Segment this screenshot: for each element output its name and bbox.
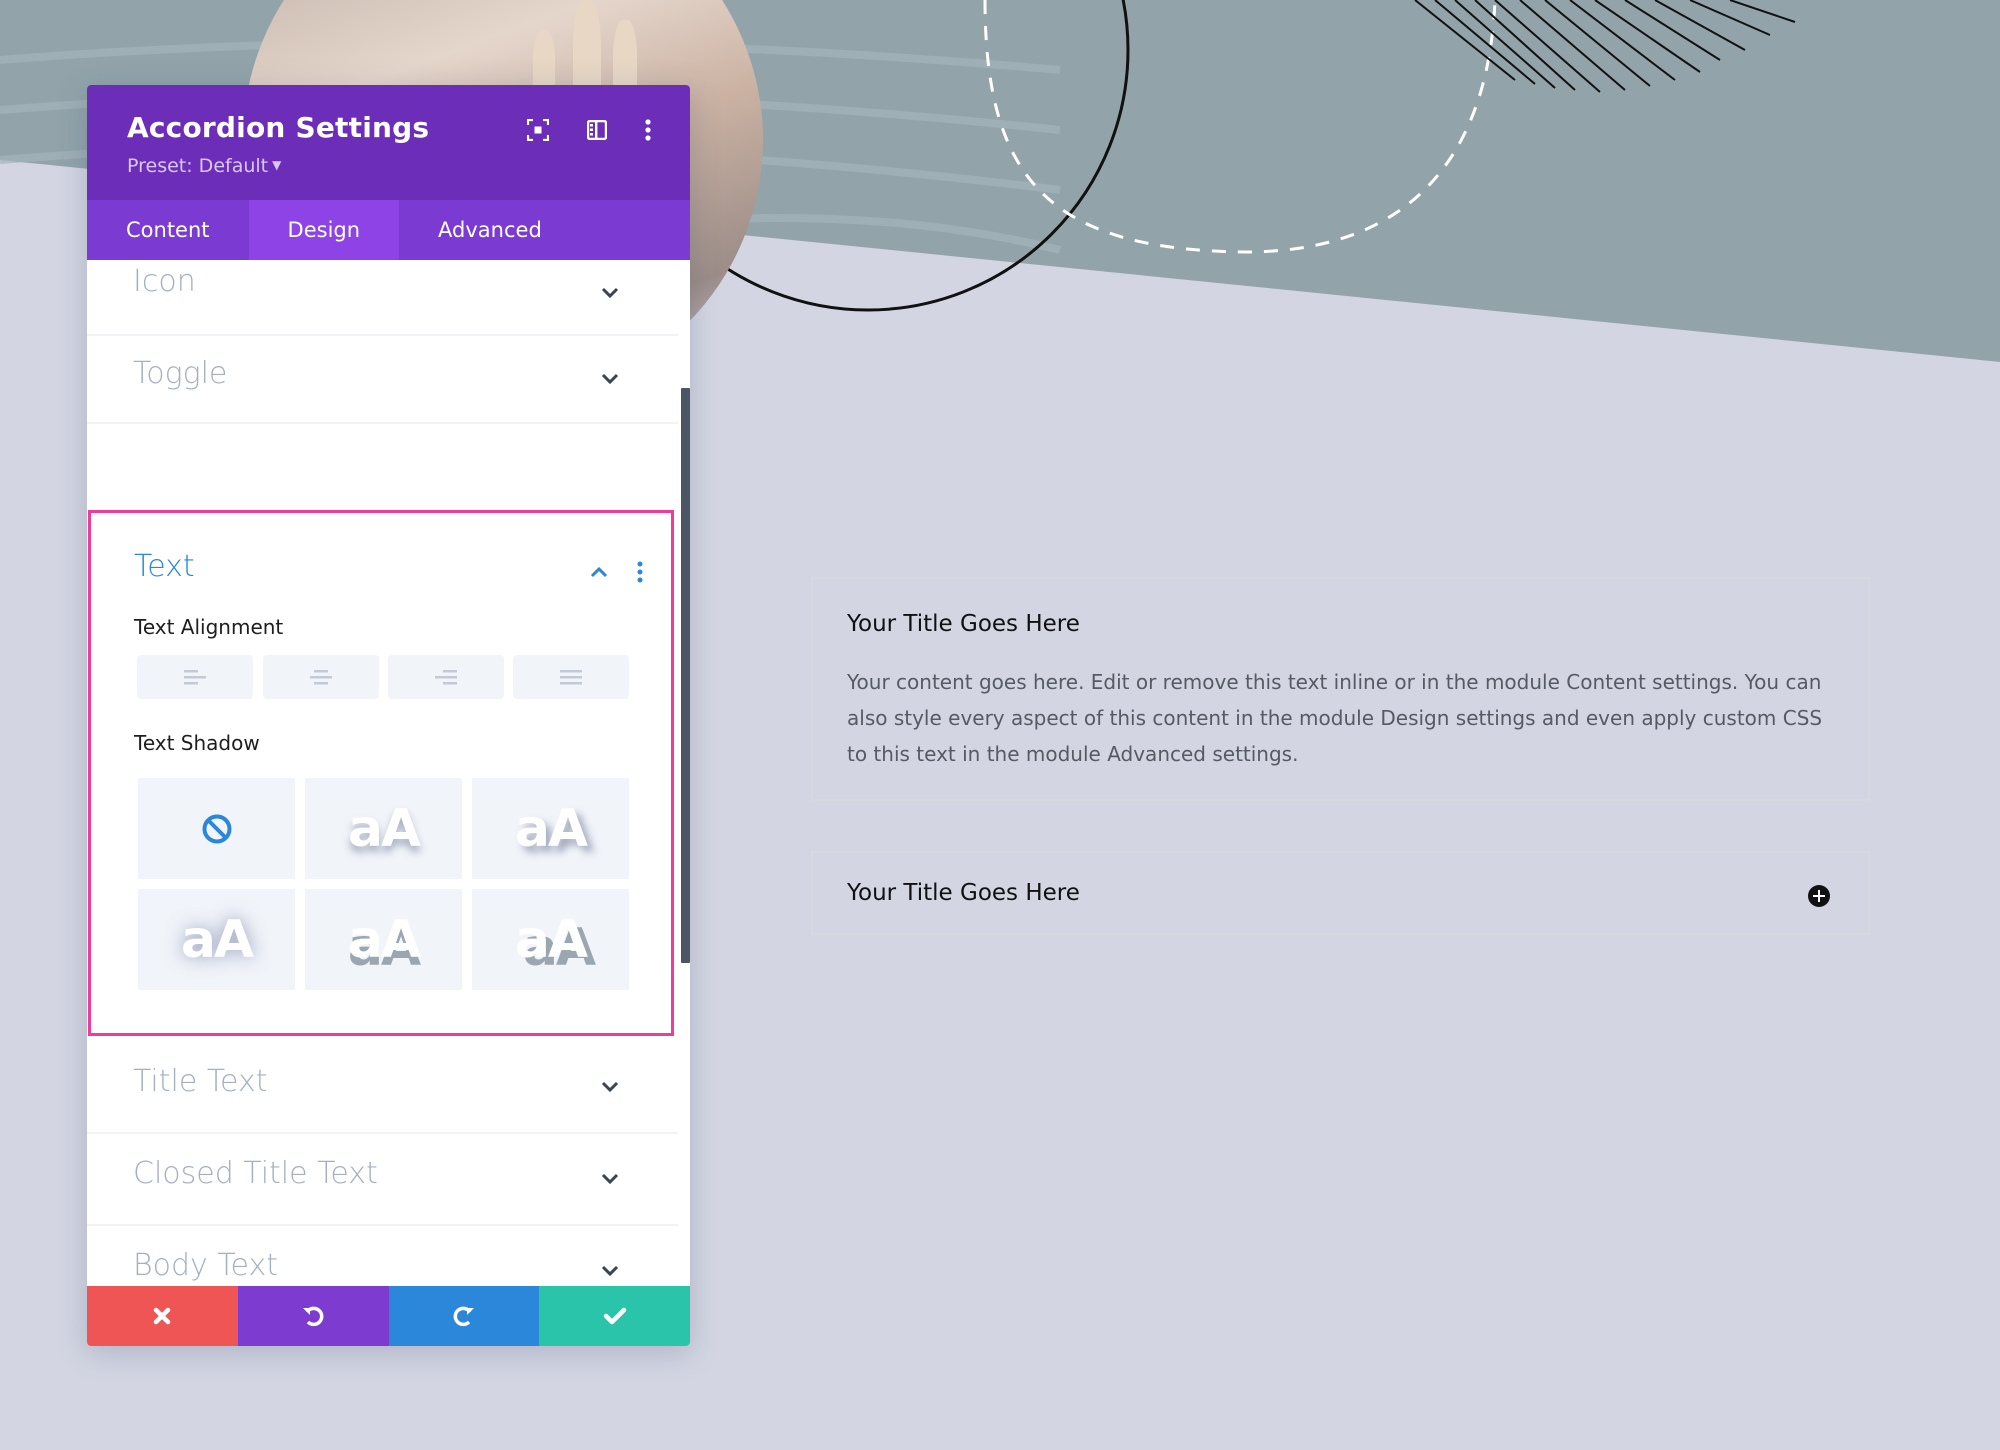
text-shadow-label: Text Shadow — [134, 731, 260, 755]
shadow-preset-4-button[interactable]: aA — [305, 889, 462, 990]
section-icon[interactable]: Icon — [87, 260, 678, 336]
align-right-button[interactable] — [388, 655, 504, 699]
chevron-down-icon — [601, 287, 619, 299]
redo-button[interactable] — [388, 1286, 540, 1346]
section-body-text[interactable]: Body Text — [87, 1226, 678, 1286]
text-alignment-label: Text Alignment — [134, 615, 284, 639]
shadow-preset-1-button[interactable]: aA — [305, 778, 462, 879]
plus-circle-icon[interactable] — [1808, 885, 1830, 907]
accordion-title[interactable]: Your Title Goes Here — [847, 611, 1080, 637]
focus-button[interactable] — [523, 115, 553, 145]
shadow-preset-5-button[interactable]: aA — [472, 889, 629, 990]
section-title-text[interactable]: Title Text — [87, 1042, 678, 1134]
split-view-button[interactable] — [582, 115, 612, 145]
panel-title: Accordion Settings — [127, 111, 430, 144]
chevron-up-icon[interactable] — [589, 565, 609, 579]
align-left-icon — [184, 670, 206, 685]
shadow-sample: aA — [514, 909, 588, 970]
align-left-button[interactable] — [137, 655, 253, 699]
panel-footer — [87, 1286, 690, 1346]
align-center-button[interactable] — [263, 655, 379, 699]
focus-icon — [527, 119, 549, 141]
more-options-icon — [645, 119, 651, 141]
chevron-down-icon — [601, 1265, 619, 1277]
shadow-sample: aA — [347, 798, 421, 859]
accordion-item-closed[interactable]: Your Title Goes Here — [811, 851, 1870, 935]
tab-content[interactable]: Content — [87, 200, 249, 260]
text-settings-group: Text Text Alignment Text Shadow aA aA aA… — [88, 510, 674, 1036]
align-right-icon — [435, 670, 457, 685]
chevron-down-icon — [601, 373, 619, 385]
section-label: Toggle — [133, 356, 228, 391]
chevron-down-icon — [601, 1173, 619, 1185]
panel-body: Icon Toggle Text Text Alignment Text Sha… — [87, 260, 678, 1286]
scrollbar-thumb[interactable] — [681, 388, 690, 963]
preset-label: Preset: Default — [127, 155, 269, 177]
align-justify-button[interactable] — [513, 655, 629, 699]
undo-button[interactable] — [237, 1286, 389, 1346]
undo-icon — [303, 1306, 324, 1327]
no-shadow-icon — [202, 814, 231, 843]
tab-advanced[interactable]: Advanced — [399, 200, 581, 260]
section-closed-title-text[interactable]: Closed Title Text — [87, 1134, 678, 1226]
shadow-preset-3-button[interactable]: aA — [138, 889, 295, 990]
shadow-preset-2-button[interactable]: aA — [472, 778, 629, 879]
shadow-sample: aA — [514, 798, 588, 859]
settings-panel: Accordion Settings Preset: Default ▼ Cont… — [87, 85, 690, 1346]
section-label: Icon — [133, 264, 196, 299]
tab-design[interactable]: Design — [248, 200, 400, 260]
close-icon — [154, 1307, 171, 1325]
shadow-sample: aA — [180, 909, 254, 970]
cancel-button[interactable] — [87, 1286, 238, 1346]
more-options-button[interactable] — [633, 115, 663, 145]
save-button[interactable] — [539, 1286, 690, 1346]
caret-down-icon: ▼ — [272, 158, 282, 172]
section-label: Body Text — [133, 1248, 279, 1283]
preset-selector[interactable]: Preset: Default ▼ — [127, 155, 281, 177]
check-icon — [603, 1307, 626, 1325]
align-justify-icon — [560, 670, 582, 685]
accordion-content: Your content goes here. Edit or remove t… — [847, 670, 1823, 766]
shadow-sample: aA — [347, 909, 421, 970]
group-options-icon[interactable] — [636, 561, 644, 583]
align-center-icon — [310, 670, 332, 685]
chevron-down-icon — [601, 1081, 619, 1093]
accordion-title[interactable]: Your Title Goes Here — [847, 880, 1080, 906]
section-toggle[interactable]: Toggle — [87, 334, 678, 424]
split-view-icon — [587, 120, 607, 140]
group-title[interactable]: Text — [134, 549, 195, 584]
section-label: Title Text — [133, 1064, 268, 1099]
panel-header: Accordion Settings Preset: Default ▼ — [87, 85, 690, 200]
panel-tabs: Content Design Advanced — [87, 200, 690, 260]
redo-icon — [453, 1306, 474, 1327]
shadow-none-button[interactable] — [138, 778, 295, 879]
section-label: Closed Title Text — [133, 1156, 378, 1191]
accordion-item-open: Your Title Goes Here Your content goes h… — [811, 577, 1870, 801]
